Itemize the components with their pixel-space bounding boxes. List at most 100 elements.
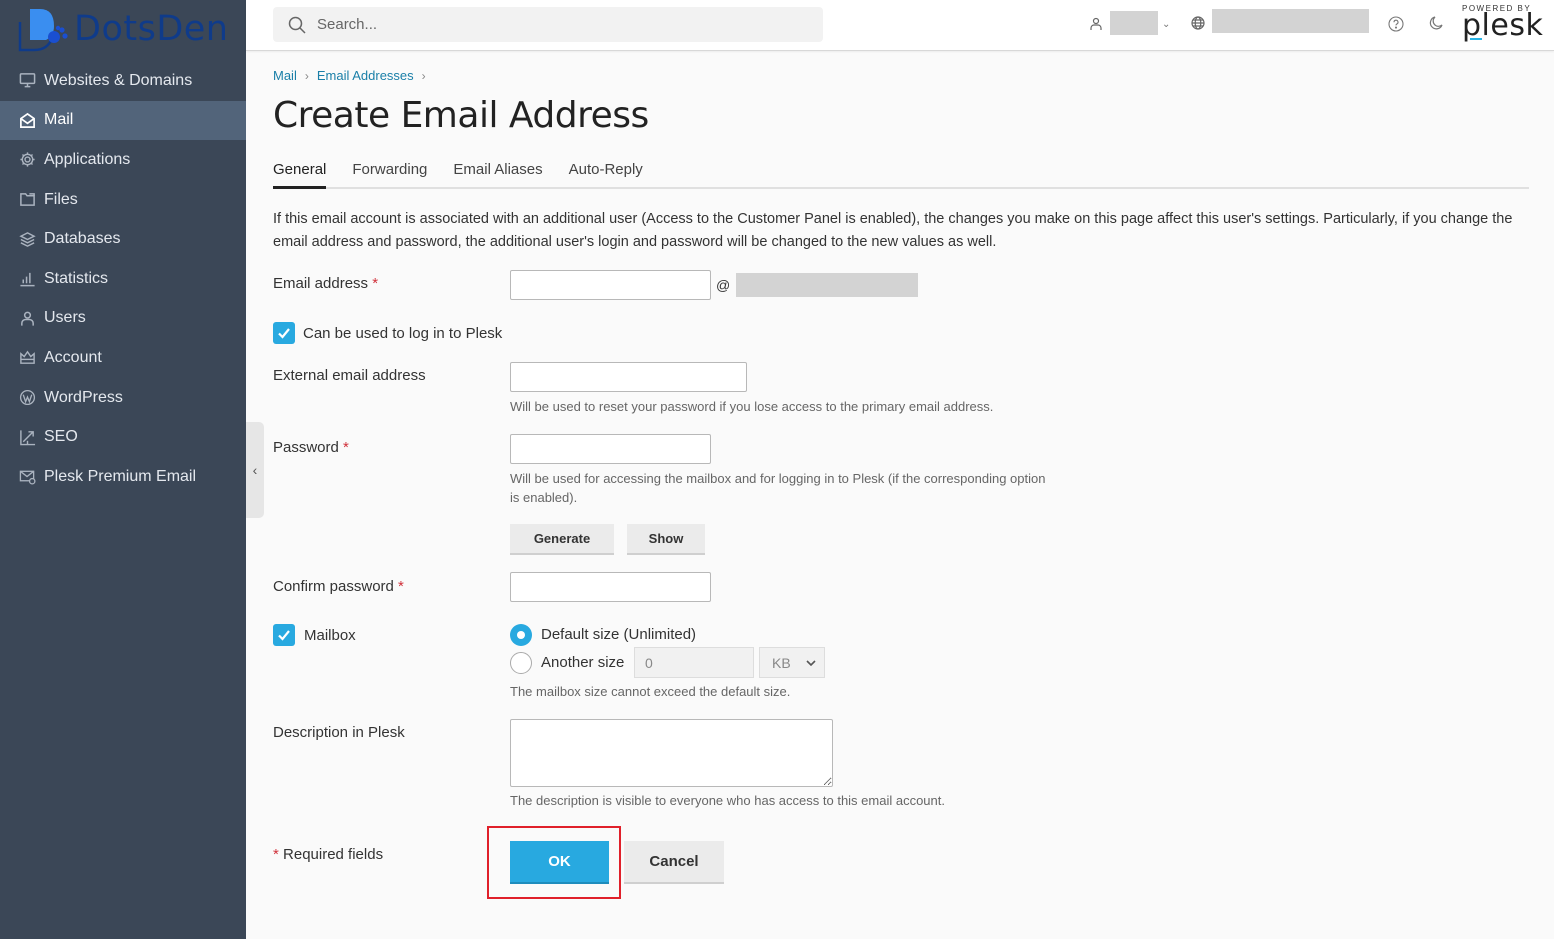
tab-email-aliases[interactable]: Email Aliases xyxy=(453,161,542,187)
sidebar-item-label: Applications xyxy=(44,150,131,168)
login-checkbox-label: Can be used to log in to Plesk xyxy=(303,324,503,342)
at-sign: @ xyxy=(716,277,731,293)
sidebar-item-account[interactable]: Account xyxy=(0,338,246,378)
cancel-button[interactable]: Cancel xyxy=(624,841,724,884)
required-mark: * xyxy=(372,275,379,292)
chevron-right-icon: › xyxy=(421,68,426,83)
sidebar-item-users[interactable]: Users xyxy=(0,299,246,339)
mailbox-checkbox[interactable] xyxy=(273,624,295,646)
search-box[interactable] xyxy=(273,7,823,42)
moon-icon[interactable] xyxy=(1428,15,1444,31)
password-hint: Will be used for accessing the mailbox a… xyxy=(510,471,1046,505)
sidebar-item-label: SEO xyxy=(44,428,78,446)
mailbox-size-value: 0 xyxy=(645,654,653,671)
required-mark: * xyxy=(273,846,279,863)
description-label: Description in Plesk xyxy=(273,724,405,741)
brand-logo[interactable]: DotsDen xyxy=(16,4,229,54)
mail-icon xyxy=(18,111,36,129)
default-size-label: Default size (Unlimited) xyxy=(541,626,697,643)
external-email-input[interactable] xyxy=(510,362,747,392)
confirm-password-input[interactable] xyxy=(510,572,711,602)
top-header: ⌄ POWERED BY plesk xyxy=(246,0,1554,51)
page-title: Create Email Address xyxy=(273,95,649,136)
email-address-row: @ xyxy=(510,270,919,300)
label-text: Confirm password xyxy=(273,578,394,595)
required-fields-text: Required fields xyxy=(283,846,384,863)
help-icon[interactable] xyxy=(1388,16,1404,32)
sidebar-item-label: Plesk Premium Email xyxy=(44,467,197,485)
another-size-label: Another size xyxy=(541,654,625,671)
external-email-label: External email address xyxy=(273,367,426,384)
mailbox-size-input[interactable]: 0 xyxy=(634,647,754,678)
mailbox-unit-select[interactable]: KB xyxy=(759,647,825,678)
required-mark: * xyxy=(343,439,349,456)
checkmark-icon xyxy=(278,630,290,641)
sidebar-item-label: Databases xyxy=(44,230,121,248)
redacted-domain xyxy=(1212,9,1369,33)
wordpress-icon xyxy=(18,389,36,407)
premium-mail-icon xyxy=(18,468,36,486)
plesk-logo-accent xyxy=(1470,38,1482,40)
globe-icon xyxy=(1191,16,1205,30)
trend-up-icon xyxy=(18,428,36,446)
sidebar-item-label: Statistics xyxy=(44,269,109,287)
breadcrumb-email-addresses[interactable]: Email Addresses xyxy=(317,68,414,83)
sidebar-item-mail[interactable]: Mail xyxy=(0,100,246,141)
gear-icon xyxy=(18,151,36,169)
login-checkbox[interactable] xyxy=(273,322,295,344)
chevron-left-icon: ‹ xyxy=(252,462,258,478)
search-input[interactable] xyxy=(317,16,797,33)
brand-name: DotsDen xyxy=(74,9,229,49)
tab-bar: General Forwarding Email Aliases Auto-Re… xyxy=(273,161,1529,189)
sidebar-item-statistics[interactable]: Statistics xyxy=(0,259,246,299)
sidebar-item-seo[interactable]: SEO xyxy=(0,417,246,457)
search-icon xyxy=(288,16,306,34)
another-size-radio[interactable] xyxy=(510,652,532,674)
sidebar-item-label: Account xyxy=(44,348,102,366)
monitor-icon xyxy=(18,72,36,90)
show-password-button[interactable]: Show xyxy=(627,524,705,555)
default-size-radio[interactable] xyxy=(510,624,532,646)
breadcrumb-mail[interactable]: Mail xyxy=(273,68,297,83)
external-email-hint: Will be used to reset your password if y… xyxy=(510,399,994,414)
sidebar-item-plesk-premium-email[interactable]: Plesk Premium Email xyxy=(0,457,246,497)
chevron-down-icon: ⌄ xyxy=(1162,18,1171,30)
checkmark-icon xyxy=(278,328,290,339)
user-icon xyxy=(18,309,36,327)
sidebar-item-databases[interactable]: Databases xyxy=(0,219,246,259)
sidebar-item-label: Files xyxy=(44,190,78,208)
user-icon xyxy=(1090,17,1102,30)
crown-icon xyxy=(18,349,36,367)
sidebar-item-wordpress[interactable]: WordPress xyxy=(0,378,246,418)
sidebar-item-applications[interactable]: Applications xyxy=(0,140,246,180)
tab-general[interactable]: General xyxy=(273,161,327,189)
sidebar-item-label: Websites & Domains xyxy=(44,71,193,89)
sidebar-item-label: Users xyxy=(44,309,86,327)
label-text: Password xyxy=(273,439,339,456)
layers-icon xyxy=(18,230,36,248)
redacted-username xyxy=(1110,11,1158,35)
user-menu[interactable]: ⌄ xyxy=(1088,11,1171,35)
sidebar-collapse-button[interactable]: ‹ xyxy=(246,422,264,518)
tab-forwarding[interactable]: Forwarding xyxy=(352,161,427,187)
subscription-selector[interactable] xyxy=(1190,9,1369,33)
password-input[interactable] xyxy=(510,434,711,464)
mailbox-unit-value: KB xyxy=(772,654,791,671)
ok-button[interactable]: OK xyxy=(510,841,609,884)
sidebar-nav: Websites & Domains Mail Applications Fil… xyxy=(0,61,246,497)
description-textarea[interactable] xyxy=(510,719,833,787)
email-address-label: Email address * xyxy=(273,275,378,292)
sidebar-item-files[interactable]: Files xyxy=(0,180,246,220)
label-text: Email address xyxy=(273,275,369,292)
confirm-password-label: Confirm password * xyxy=(273,578,404,595)
mailbox-checkbox-row[interactable]: Mailbox xyxy=(273,624,356,646)
plesk-logo: plesk xyxy=(1462,8,1544,43)
email-address-input[interactable] xyxy=(510,270,711,300)
sidebar-item-websites-domains[interactable]: Websites & Domains xyxy=(0,61,246,101)
description-hint: The description is visible to everyone w… xyxy=(510,793,945,808)
login-checkbox-row[interactable]: Can be used to log in to Plesk xyxy=(273,322,502,344)
tab-auto-reply[interactable]: Auto-Reply xyxy=(569,161,643,187)
folder-icon xyxy=(18,191,36,209)
generate-password-button[interactable]: Generate xyxy=(510,524,614,555)
powered-by-plesk: POWERED BY plesk xyxy=(1462,4,1544,43)
